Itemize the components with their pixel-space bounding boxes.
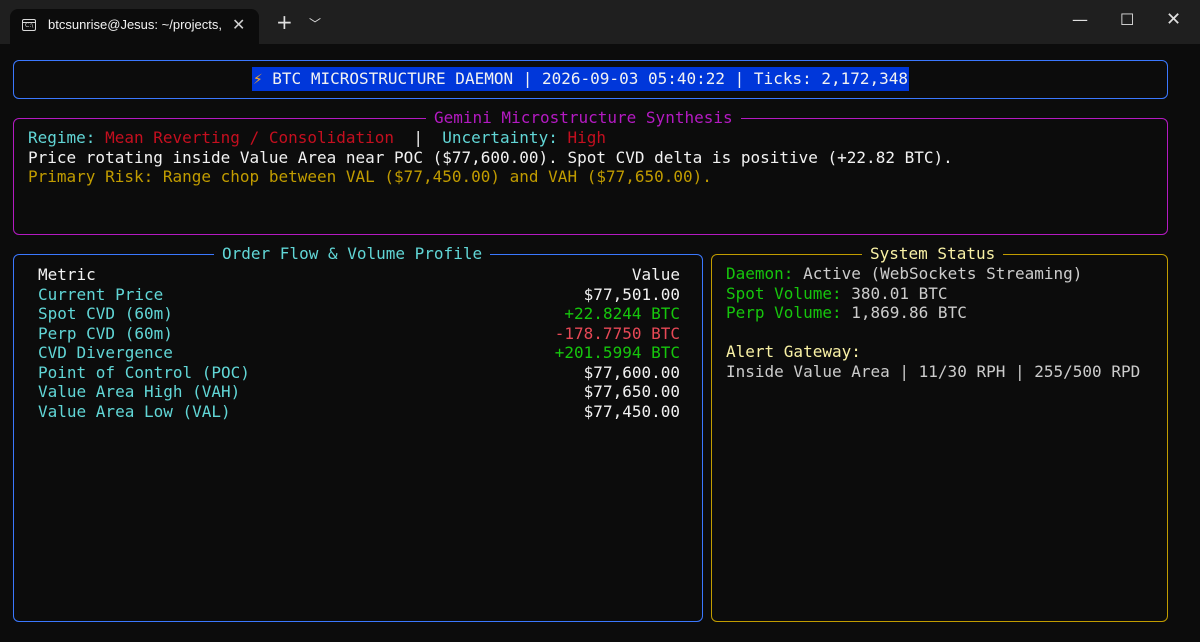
alert-gateway-value: Inside Value Area | 11/30 RPH | 255/500 …: [726, 361, 1141, 381]
metric-value: +22.8244 BTC: [564, 304, 680, 323]
uncertainty-label: Uncertainty:: [442, 128, 558, 147]
column-header-value: Value: [631, 265, 680, 284]
metric-name: Current Price: [38, 284, 164, 304]
metric-value: $77,600.00: [583, 362, 680, 382]
spot-volume-label: Spot Volume:: [726, 283, 842, 303]
table-row: Point of Control (POC) $77,600.00: [38, 363, 680, 383]
perp-volume-label: Perp Volume:: [726, 303, 842, 322]
close-tab-icon[interactable]: ✕: [232, 15, 245, 34]
new-tab-plus-icon[interactable]: +: [276, 10, 293, 34]
alert-gateway-label: Alert Gateway:: [726, 342, 861, 361]
metric-name: Value Area Low (VAL): [38, 401, 231, 421]
risk-text: Primary Risk: Range chop between VAL ($7…: [28, 167, 712, 186]
terminal-tab[interactable]: C:\ btcsunrise@Jesus: ~/projects, ✕: [10, 9, 259, 44]
chevron-down-icon[interactable]: ﹀: [309, 15, 321, 32]
metric-name: CVD Divergence: [38, 343, 173, 362]
table-header-row: Metric Value: [38, 265, 680, 285]
metric-name: Point of Control (POC): [38, 362, 250, 382]
metric-name: Perp CVD (60m): [38, 323, 173, 343]
spot-volume-line: Spot Volume: 380.01 BTC: [726, 284, 948, 304]
metric-value: -178.7750 BTC: [554, 323, 680, 343]
daemon-label: Daemon:: [726, 264, 794, 283]
metric-value: $77,650.00: [583, 382, 680, 401]
minimize-icon[interactable]: —: [1072, 10, 1088, 29]
gemini-synthesis-panel: Gemini Microstructure Synthesis Regime: …: [13, 108, 1168, 235]
metrics-table: Metric Value Current Price $77,501.00 Spot…: [38, 265, 680, 421]
table-row: Current Price $77,501.00: [38, 285, 680, 305]
metric-value: $77,501.00: [583, 284, 680, 304]
metric-value: +201.5994 BTC: [554, 343, 680, 362]
table-row: Perp CVD (60m) -178.7750 BTC: [38, 324, 680, 344]
uncertainty-value: High: [567, 128, 606, 147]
spot-volume-value: 380.01 BTC: [851, 283, 948, 303]
regime-line: Regime: Mean Reverting / Consolidation |…: [28, 128, 606, 148]
daemon-line: Daemon: Active (WebSockets Streaming): [726, 264, 1082, 284]
terminal-icon: C:\: [22, 19, 36, 31]
regime-value: Mean Reverting / Consolidation: [105, 128, 395, 147]
header-text: BTC MICROSTRUCTURE DAEMON | 2026-09-03 0…: [272, 69, 909, 88]
title-bar: C:\ btcsunrise@Jesus: ~/projects, ✕ + ﹀ …: [0, 0, 1200, 44]
system-status-panel: System Status Daemon: Active (WebSockets…: [711, 244, 1168, 622]
maximize-icon[interactable]: ☐: [1120, 10, 1134, 29]
metric-value: $77,450.00: [583, 401, 680, 421]
tab-title: btcsunrise@Jesus: ~/projects,: [48, 17, 222, 32]
panel-title: Order Flow & Volume Profile: [214, 244, 491, 264]
regime-label: Regime:: [28, 128, 96, 147]
perp-volume-line: Perp Volume: 1,869.86 BTC: [726, 303, 967, 323]
column-header-metric: Metric: [38, 265, 96, 284]
panel-title: Gemini Microstructure Synthesis: [426, 108, 741, 128]
order-flow-panel: Order Flow & Volume Profile Metric Value…: [13, 244, 703, 622]
header-panel: ⚡ BTC MICROSTRUCTURE DAEMON | 2026-09-03…: [13, 60, 1168, 99]
lightning-bolt-icon: ⚡: [253, 69, 263, 88]
window-close-icon[interactable]: ✕: [1166, 9, 1181, 30]
metric-name: Value Area High (VAH): [38, 382, 241, 401]
summary-text: Price rotating inside Value Area near PO…: [28, 147, 953, 167]
table-row: Value Area High (VAH) $77,650.00: [38, 382, 680, 402]
perp-volume-value: 1,869.86 BTC: [851, 303, 967, 322]
metric-name: Spot CVD (60m): [38, 304, 173, 323]
separator: |: [413, 128, 423, 147]
table-row: Spot CVD (60m) +22.8244 BTC: [38, 304, 680, 324]
table-row: CVD Divergence +201.5994 BTC: [38, 343, 680, 363]
daemon-value: Active (WebSockets Streaming): [803, 264, 1083, 283]
header-banner: ⚡ BTC MICROSTRUCTURE DAEMON | 2026-09-03…: [252, 67, 910, 91]
table-row: Value Area Low (VAL) $77,450.00: [38, 402, 680, 422]
panel-title: System Status: [862, 244, 1004, 264]
